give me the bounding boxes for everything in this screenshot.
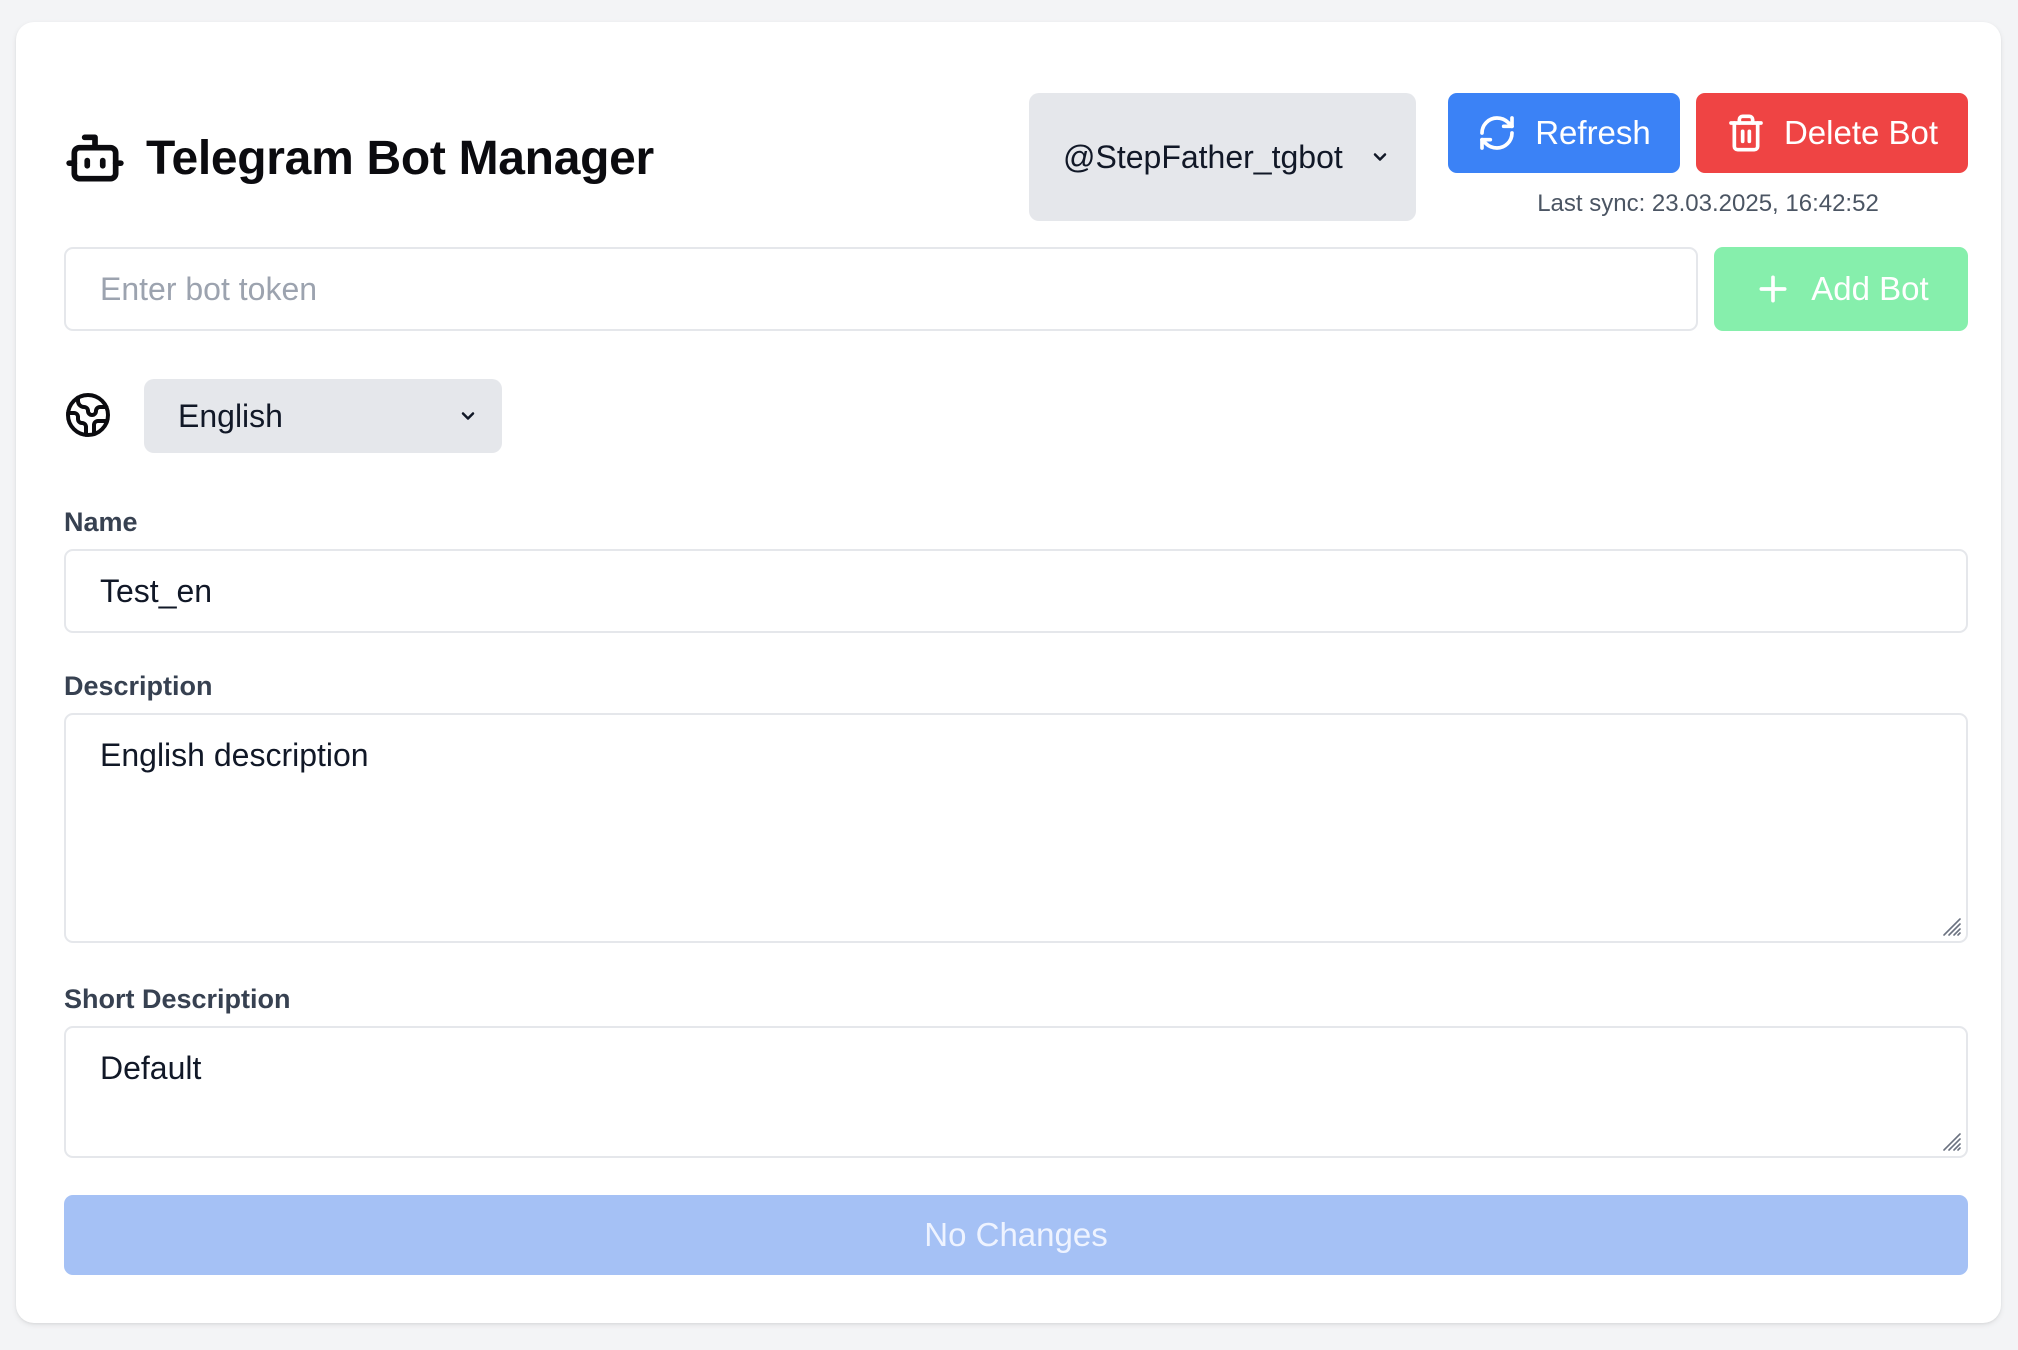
globe-icon [66, 393, 110, 437]
trash-icon [1729, 114, 1763, 152]
language-select-dropdown[interactable]: English [144, 379, 502, 453]
delete-bot-button-label: Delete Bot [1783, 114, 1939, 151]
add-bot-button-label: Add Bot [1811, 270, 1929, 307]
bot-manager-card: Telegram Bot Manager @StepFather_tgbot R… [16, 22, 2001, 1323]
delete-bot-button[interactable]: Delete Bot [1696, 93, 1968, 173]
bot-token-placeholder: Enter bot token [100, 270, 318, 307]
header-title-group: Telegram Bot Manager [64, 108, 654, 208]
name-label: Name [64, 507, 138, 537]
description-label: Description [64, 671, 213, 701]
page-title: Telegram Bot Manager [146, 131, 654, 185]
refresh-button-label: Refresh [1535, 114, 1651, 151]
description-textarea[interactable]: English description [64, 713, 1968, 943]
short-description-label: Short Description [64, 984, 291, 1014]
plus-icon [1759, 275, 1787, 303]
bot-select-value: @StepFather_tgbot [1063, 138, 1343, 175]
bot-token-input[interactable]: Enter bot token [64, 247, 1698, 331]
save-changes-button[interactable]: No Changes [64, 1195, 1968, 1275]
bot-select-dropdown[interactable]: @StepFather_tgbot [1029, 93, 1416, 221]
resize-handle-icon[interactable] [1938, 913, 1962, 937]
save-changes-button-label: No Changes [924, 1216, 1108, 1253]
refresh-icon [1480, 116, 1515, 150]
refresh-button[interactable]: Refresh [1448, 93, 1680, 173]
last-sync-text: Last sync: 23.03.2025, 16:42:52 [1537, 190, 1879, 217]
name-input[interactable]: Test_en [64, 549, 1968, 633]
chevron-down-icon [461, 412, 475, 420]
description-textarea-value: English description [100, 737, 369, 773]
short-description-textarea[interactable]: Default [64, 1026, 1968, 1158]
language-select-value: English [178, 397, 283, 434]
robot-icon [66, 134, 124, 182]
short-description-textarea-value: Default [100, 1050, 202, 1086]
name-input-value: Test_en [100, 572, 213, 609]
add-bot-button[interactable]: Add Bot [1714, 247, 1968, 331]
chevron-down-icon [1373, 153, 1387, 161]
resize-handle-icon[interactable] [1938, 1128, 1962, 1152]
